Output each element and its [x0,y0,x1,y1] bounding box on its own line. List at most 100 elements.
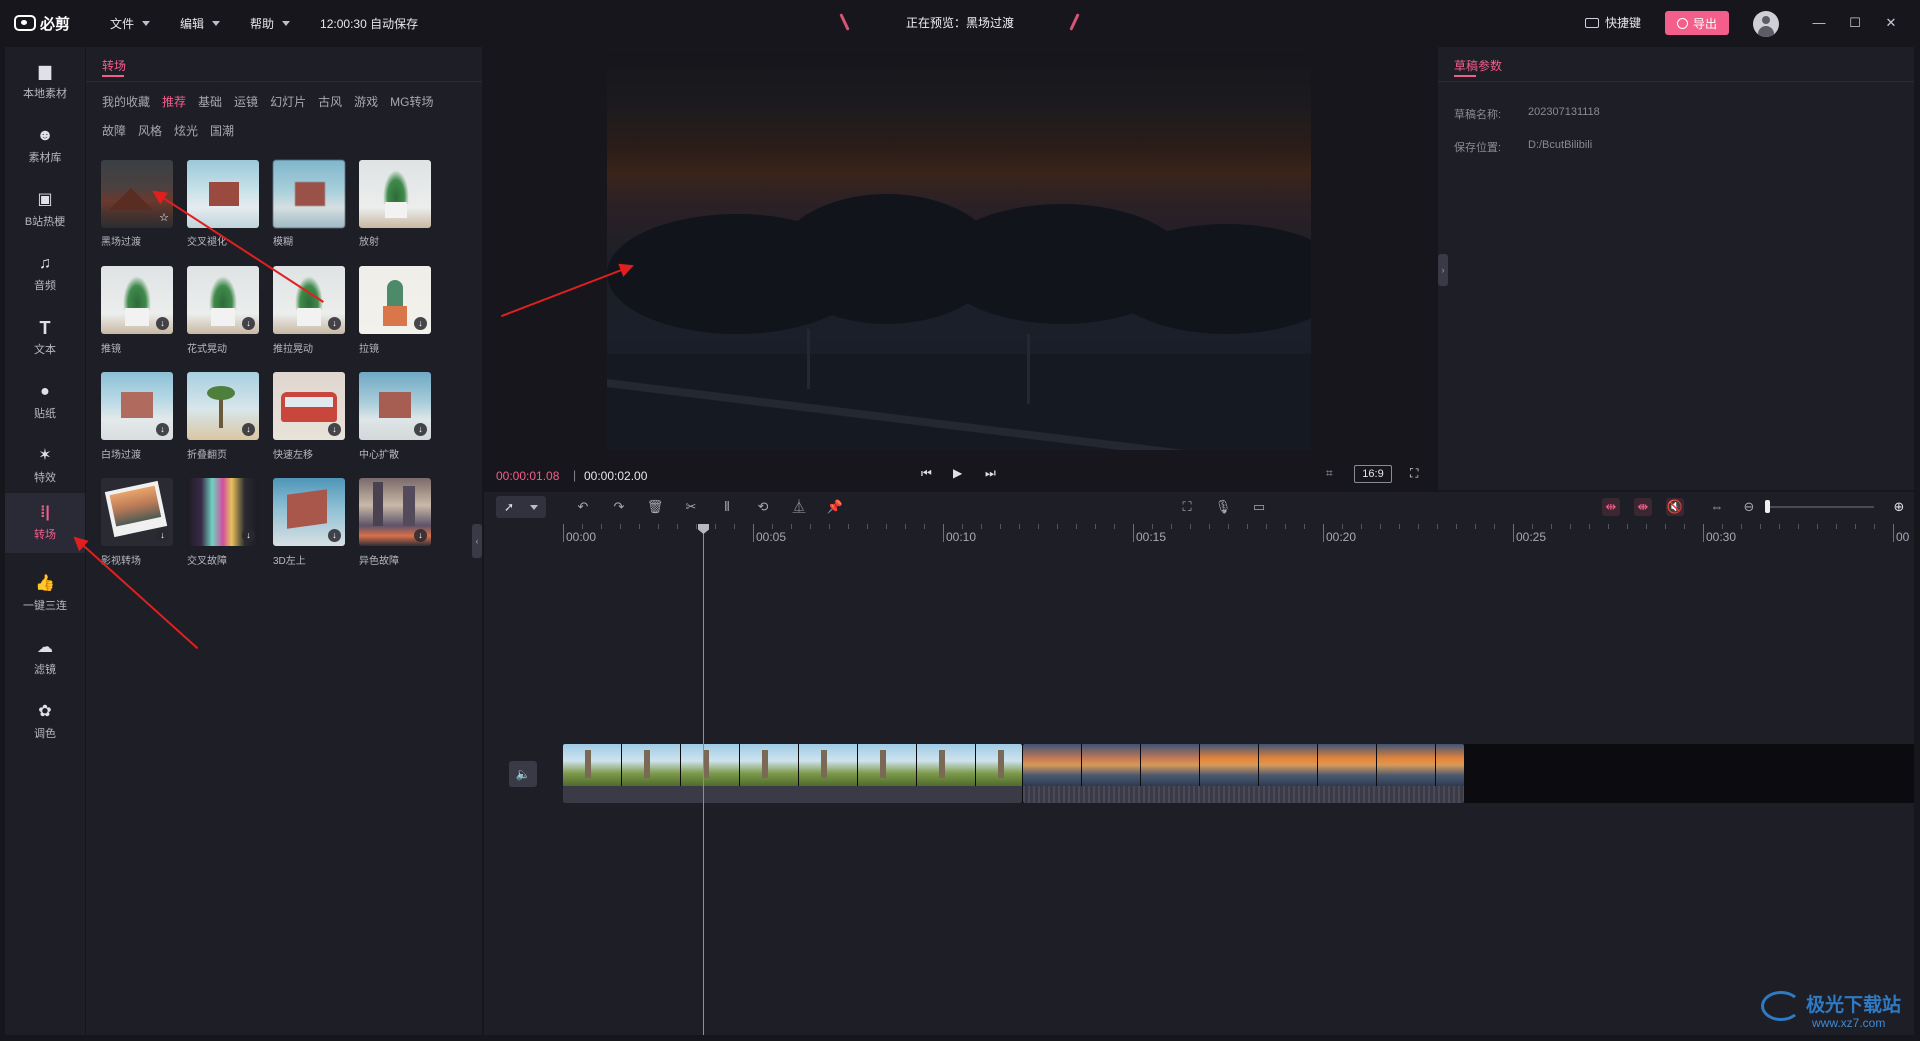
transition-thumb-film[interactable]: ↓ [101,478,173,546]
track-volume-icon[interactable]: 🔈 [509,761,537,787]
tab-style[interactable]: 风格 [138,122,162,139]
shortcut-button[interactable]: 快捷键 [1585,14,1641,31]
collapse-panel-left-icon[interactable]: ‹ [472,524,482,558]
ruler-minor-tick [1418,524,1419,529]
transition-thumb-fold-page[interactable]: ↓ [187,372,259,440]
tab-glitch[interactable]: 故障 [102,122,126,139]
skip-forward-icon[interactable]: ⏭ [985,466,996,481]
tab-game[interactable]: 游戏 [354,93,378,110]
record-icon[interactable]: ▭ [1250,498,1268,516]
crop-icon[interactable]: ⌗ [1326,466,1333,481]
download-icon[interactable]: ↓ [414,317,427,330]
nav-effects[interactable]: ✶ 特效 [5,436,85,496]
zoom-out-icon[interactable]: ⊖ [1740,498,1758,516]
close-icon[interactable]: ✕ [1880,12,1902,34]
zoom-slider[interactable] [1768,506,1874,508]
transition-thumb-white-fade[interactable]: ↓ [101,372,173,440]
nav-triple-like[interactable]: 👍 一键三连 [5,564,85,624]
download-icon[interactable]: ↓ [414,529,427,542]
tab-flare[interactable]: 炫光 [174,122,198,139]
microphone-icon[interactable]: 🎙 [1214,498,1232,516]
download-icon[interactable]: ↓ [414,423,427,436]
transition-thumb-radial[interactable] [359,160,431,228]
delete-icon[interactable]: 🗑 [646,498,664,516]
user-avatar[interactable] [1753,11,1779,37]
transition-thumb-blur[interactable] [273,160,345,228]
download-icon[interactable]: ↓ [242,529,255,542]
download-icon[interactable]: ↓ [156,423,169,436]
tab-guochao[interactable]: 国潮 [210,122,234,139]
nav-bili-hot[interactable]: ▣ B站热梗 [5,180,85,240]
transition-thumb-3d-top-left[interactable]: ↓ [273,478,345,546]
transition-thumb-cross-dissolve[interactable] [187,160,259,228]
snap-link-icon[interactable]: ⇹ [1602,498,1620,516]
fullscreen-icon[interactable]: ⛶ [1410,466,1418,481]
transition-thumb-center-spread[interactable]: ↓ [359,372,431,440]
transition-thumb-color-glitch[interactable]: ↓ [359,478,431,546]
ruler-minor-tick [1076,524,1077,529]
select-tool-button[interactable]: ➚ [496,496,546,518]
transition-thumb-cross-glitch[interactable]: ↓ [187,478,259,546]
menu-help[interactable]: 帮助 [250,15,291,32]
pin-icon[interactable]: 📌 [826,498,844,516]
transition-thumb-pull-out[interactable]: ↓ [359,266,431,334]
maximize-icon[interactable]: ☐ [1844,12,1866,34]
ruler-minor-tick [677,524,678,529]
screenshot-icon[interactable]: ⛶ [1178,498,1196,516]
play-icon[interactable]: ▶ [953,466,962,480]
video-clip-1[interactable] [563,744,1022,803]
tab-ancient[interactable]: 古风 [318,93,342,110]
tab-mg[interactable]: MG转场 [390,93,433,110]
tab-basic[interactable]: 基础 [198,93,222,110]
mute-icon[interactable]: 🔇 [1666,498,1684,516]
menu-edit[interactable]: 编辑 [180,15,221,32]
menu-file[interactable]: 文件 [110,15,151,32]
mirror-icon[interactable]: ⏅ [790,498,808,516]
zoom-slider-handle[interactable] [1765,500,1770,513]
playhead[interactable] [703,528,704,1035]
nav-text[interactable]: T 文本 [5,308,85,368]
tower-shape [821,750,827,778]
download-icon[interactable]: ↓ [328,317,341,330]
export-button[interactable]: 导出 [1665,11,1729,35]
tab-camera-move[interactable]: 运镜 [234,93,258,110]
nav-filter[interactable]: ☁ 滤镜 [5,628,85,688]
download-icon[interactable]: ↓ [328,529,341,542]
track-link-icon[interactable]: ⇼ [1634,498,1652,516]
reverse-icon[interactable]: ⟲ [754,498,772,516]
chevron-down-icon [530,504,539,510]
transition-thumb-fancy-shake[interactable]: ↓ [187,266,259,334]
nav-audio[interactable]: ♫ 音频 [5,244,85,304]
split-icon[interactable]: ✂ [682,498,700,516]
nav-color-grade[interactable]: ✿ 调色 [5,692,85,752]
tab-favorites[interactable]: 我的收藏 [102,93,150,110]
video-clip-2[interactable] [1023,744,1464,803]
transition-thumb-push-in[interactable]: ↓ [101,266,173,334]
zoom-in-icon[interactable]: ⊕ [1890,498,1908,516]
download-icon[interactable]: ↓ [328,423,341,436]
export-icon [1676,17,1688,29]
redo-icon[interactable]: ↷ [610,498,628,516]
transition-label: 推拉晃动 [273,344,313,355]
undo-icon[interactable]: ↶ [574,498,592,516]
tab-slideshow[interactable]: 幻灯片 [270,93,306,110]
star-icon[interactable]: ☆ [159,211,169,224]
nav-material-library[interactable]: ☻ 素材库 [5,116,85,176]
download-icon[interactable]: ↓ [242,423,255,436]
video-preview[interactable] [607,54,1311,450]
ruler-minor-tick [1551,524,1552,529]
tab-recommended[interactable]: 推荐 [162,93,186,110]
download-icon[interactable]: ↓ [242,317,255,330]
aspect-ratio-button[interactable]: 16:9 [1354,465,1392,483]
transition-thumb-quick-left[interactable]: ↓ [273,372,345,440]
nav-local-media[interactable]: ▆ 本地素材 [5,52,85,112]
download-icon[interactable]: ↓ [156,529,169,542]
fit-timeline-icon[interactable]: ⇔ [1708,498,1726,516]
folder-upload-icon: ▆ [38,62,52,80]
collapse-panel-right-icon[interactable]: › [1438,254,1448,286]
minimize-icon[interactable]: — [1808,12,1830,34]
nav-sticker[interactable]: ● 贴纸 [5,372,85,432]
freeze-frame-icon[interactable]: ⫴ [718,498,736,516]
download-icon[interactable]: ↓ [156,317,169,330]
skip-back-icon[interactable]: ⏮ [921,466,932,481]
